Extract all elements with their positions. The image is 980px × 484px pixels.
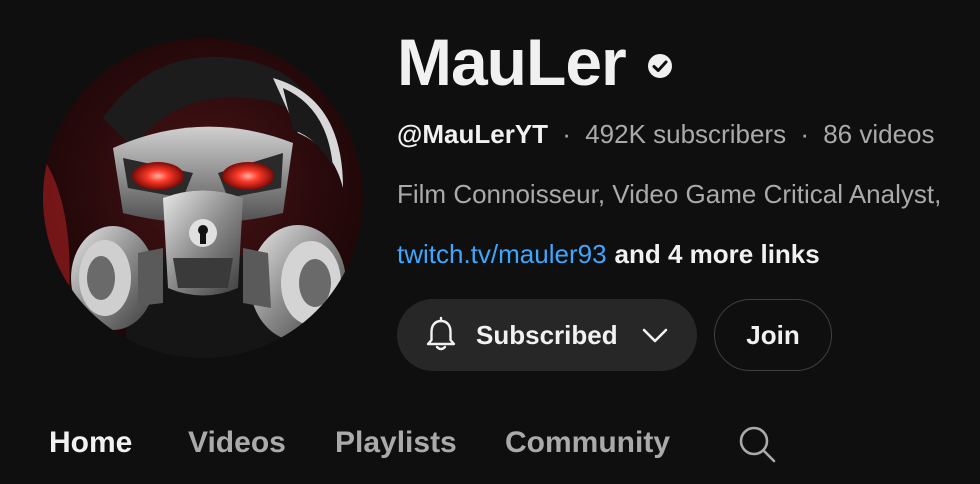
tab-videos[interactable]: Videos <box>188 418 286 468</box>
more-links-button[interactable]: and 4 more links <box>615 239 820 269</box>
video-count: 86 videos <box>823 119 935 149</box>
channel-name: MauLer <box>397 25 627 99</box>
avatar-image <box>43 38 363 358</box>
channel-handle: @MauLerYT <box>397 119 549 149</box>
channel-link-twitch[interactable]: twitch.tv/mauler93 <box>397 239 607 269</box>
channel-avatar[interactable] <box>43 38 363 358</box>
channel-links: twitch.tv/mauler93 and 4 more links <box>397 236 820 272</box>
channel-header: MauLer <box>397 22 674 102</box>
bell-icon <box>421 315 461 355</box>
subscriber-count: 492K subscribers <box>585 119 787 149</box>
join-button[interactable]: Join <box>714 299 832 371</box>
channel-meta: @MauLerYT · 492K subscribers · 86 videos <box>397 116 935 152</box>
chevron-down-icon <box>640 320 670 350</box>
tab-community[interactable]: Community <box>505 418 670 468</box>
verified-check-icon[interactable] <box>646 52 674 80</box>
tab-playlists[interactable]: Playlists <box>335 418 457 468</box>
subscribed-button[interactable]: Subscribed <box>397 299 697 371</box>
channel-description[interactable]: Film Connoisseur, Video Game Critical An… <box>397 176 980 212</box>
search-icon[interactable] <box>737 424 777 464</box>
channel-tabs: Home Videos Playlists Community <box>0 418 980 468</box>
meta-separator: · <box>562 119 571 149</box>
subscribed-label: Subscribed <box>476 319 618 350</box>
meta-separator: · <box>800 119 809 149</box>
tab-home[interactable]: Home <box>49 418 132 468</box>
